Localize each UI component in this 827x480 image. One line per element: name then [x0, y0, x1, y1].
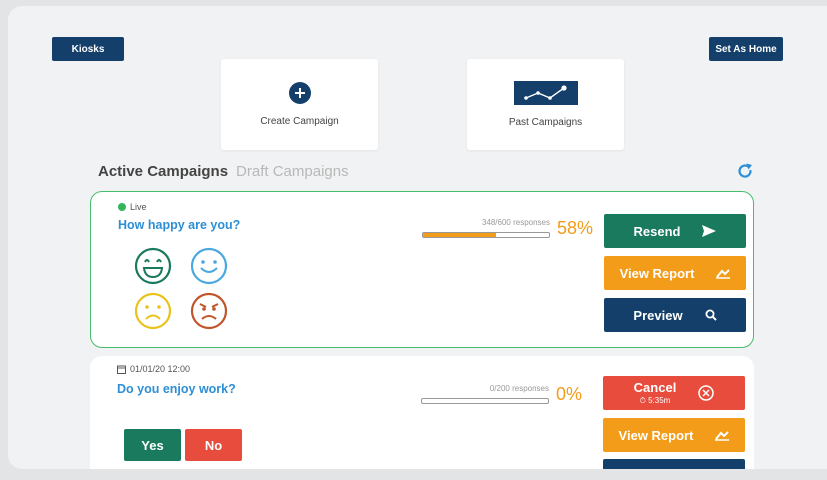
cancel-button[interactable]: Cancel ⏱ 5:35m	[603, 376, 745, 410]
past-campaigns-label: Past Campaigns	[508, 117, 583, 128]
response-progress: 0/200 responses	[421, 384, 549, 404]
refresh-icon[interactable]	[736, 162, 754, 180]
progress-fill	[423, 233, 497, 237]
past-campaigns-tile[interactable]: Past Campaigns	[467, 59, 624, 150]
live-status: Live	[118, 202, 147, 212]
tab-active-campaigns[interactable]: Active Campaigns	[98, 163, 228, 180]
response-progress: 348/600 responses	[422, 218, 550, 238]
report-chart-icon	[716, 269, 731, 279]
view-report-button[interactable]: View Report	[603, 418, 745, 452]
response-count: 0/200 responses	[489, 384, 549, 393]
yes-option-button[interactable]: Yes	[124, 429, 181, 461]
tab-draft-campaigns[interactable]: Draft Campaigns	[236, 163, 349, 180]
kiosks-button[interactable]: Kiosks	[52, 37, 124, 61]
line-chart-icon	[513, 81, 578, 105]
no-option-button[interactable]: No	[185, 429, 242, 461]
calendar-icon	[117, 365, 126, 374]
campaign-card-scheduled: 01/01/20 12:00 Do you enjoy work? 0/200 …	[90, 356, 754, 469]
response-percent: 58%	[557, 218, 594, 238]
create-campaign-label: Create Campaign	[260, 116, 339, 127]
resend-label: Resend	[633, 223, 681, 239]
report-chart-icon	[715, 431, 730, 441]
countdown: ⏱ 5:35m	[640, 397, 671, 405]
date-label: 01/01/20 12:00	[130, 364, 191, 374]
countdown-label: 5:35m	[648, 396, 671, 405]
view-report-label: View Report	[618, 427, 694, 443]
response-percent: 0%	[556, 384, 583, 404]
progress-bar	[421, 398, 549, 404]
send-icon	[702, 225, 717, 237]
happy-smiley-icon[interactable]	[190, 247, 228, 285]
app-frame: Kiosks Set As Home Create Campaign Past …	[8, 6, 827, 469]
sad-smiley-icon[interactable]	[134, 292, 172, 330]
close-circle-icon	[698, 385, 715, 401]
scheduled-date: 01/01/20 12:00	[117, 364, 190, 374]
campaign-question: Do you enjoy work?	[117, 382, 236, 396]
preview-button[interactable]	[603, 459, 745, 469]
live-dot-icon	[118, 203, 126, 211]
angry-smiley-icon[interactable]	[190, 292, 228, 330]
preview-label: Preview	[633, 307, 683, 323]
timer-icon: ⏱	[639, 396, 646, 405]
cancel-text: Cancel ⏱ 5:35m	[634, 381, 677, 405]
very-happy-smiley-icon[interactable]	[134, 247, 172, 285]
campaign-question: How happy are you?	[118, 218, 241, 232]
view-report-label: View Report	[619, 265, 695, 281]
view-report-button[interactable]: View Report	[604, 256, 746, 290]
cancel-label: Cancel	[633, 380, 677, 395]
campaign-card-live: Live How happy are you? 348/600 response…	[90, 191, 754, 348]
response-count: 348/600 responses	[481, 218, 550, 227]
campaign-tabs: Active Campaigns Draft Campaigns	[98, 163, 349, 180]
create-campaign-tile[interactable]: Create Campaign	[221, 59, 378, 150]
live-label: Live	[130, 202, 147, 212]
set-as-home-button[interactable]: Set As Home	[709, 37, 783, 61]
search-icon	[705, 309, 717, 321]
resend-button[interactable]: Resend	[604, 214, 746, 248]
progress-bar	[422, 232, 550, 238]
preview-button[interactable]: Preview	[604, 298, 746, 332]
plus-circle-icon	[288, 82, 311, 104]
